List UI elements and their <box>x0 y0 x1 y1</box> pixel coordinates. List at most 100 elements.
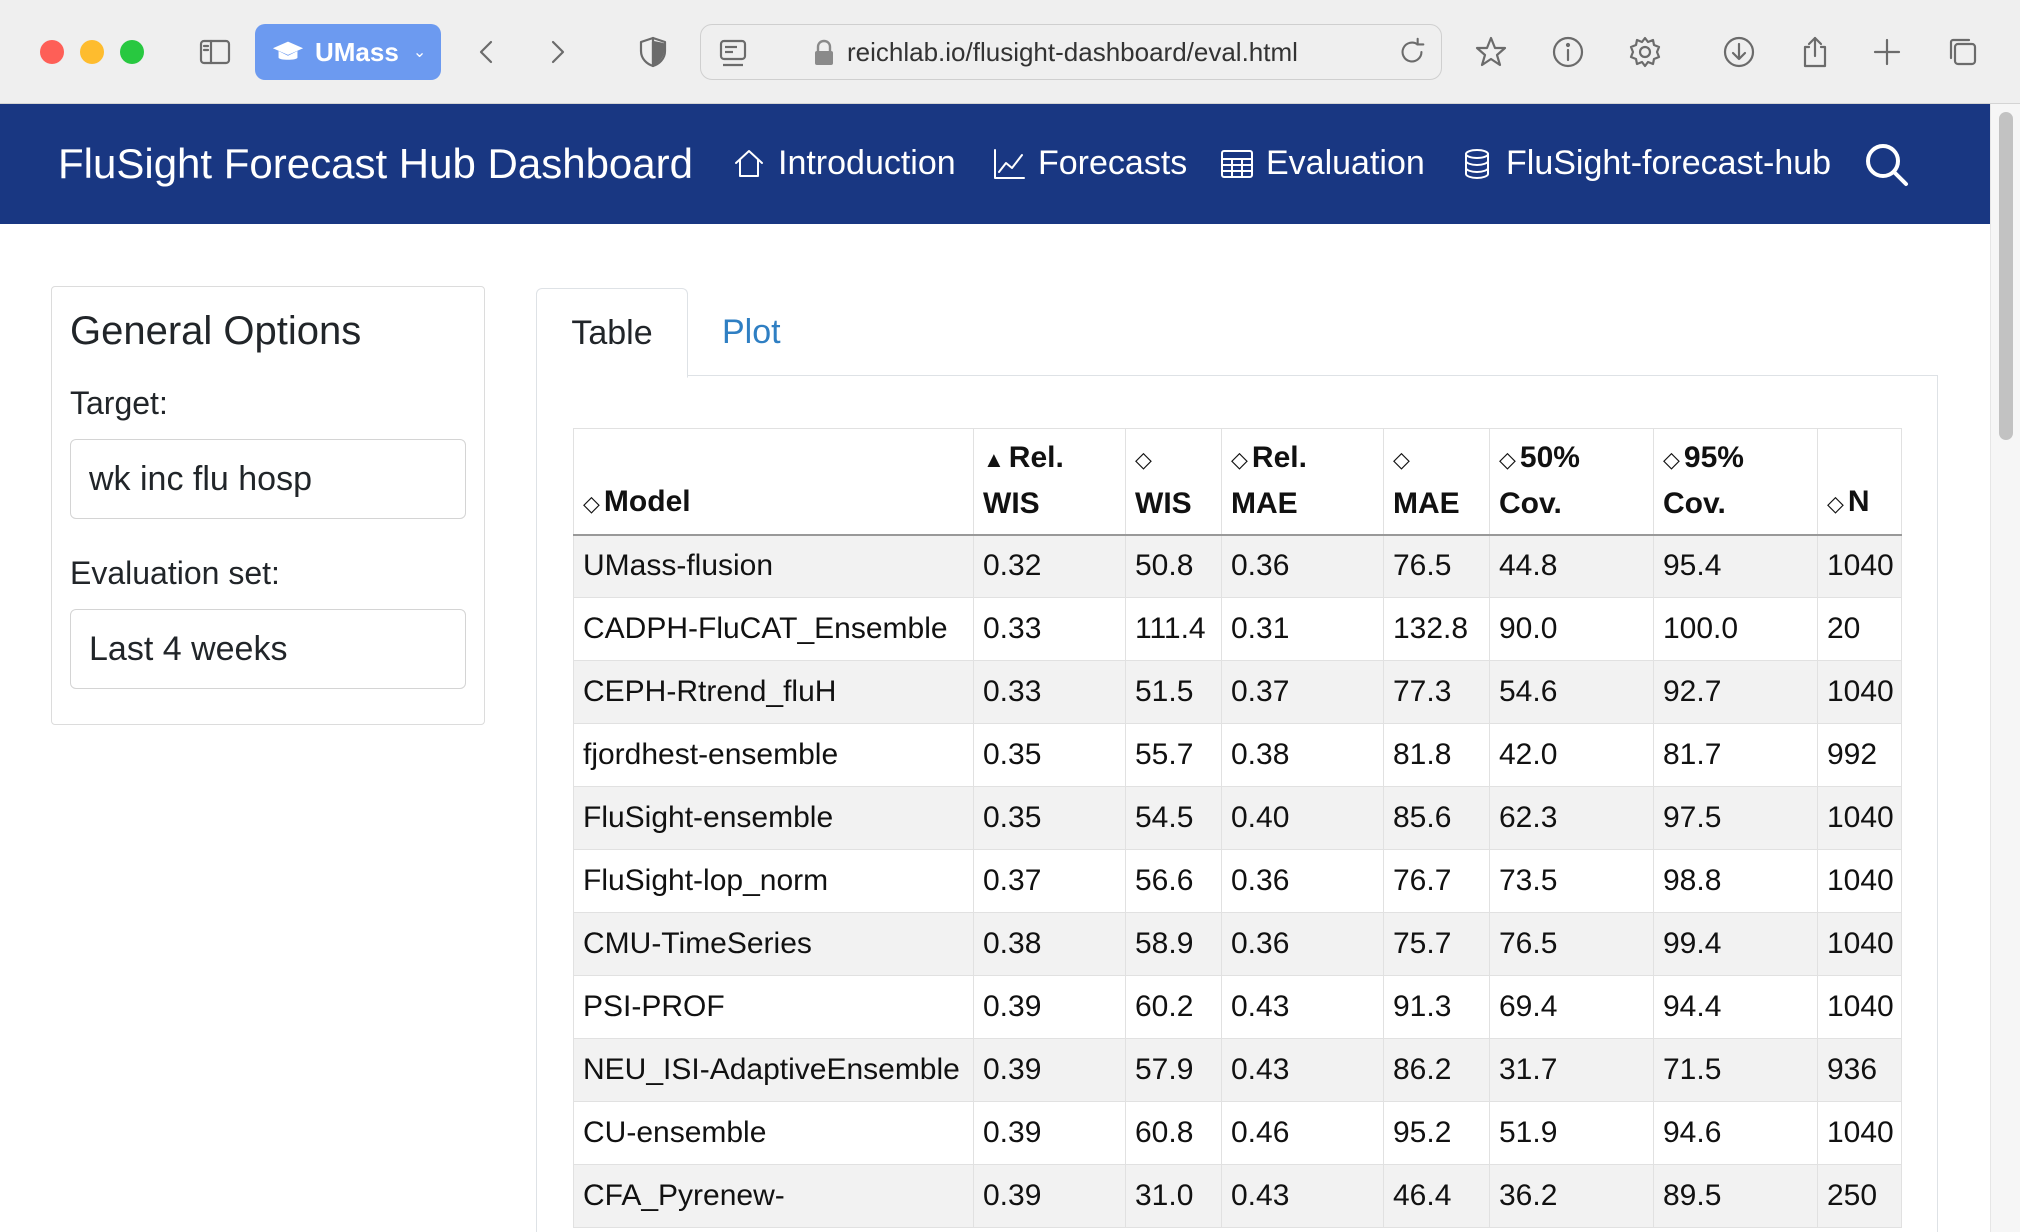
tab-overview-icon[interactable] <box>1938 27 1988 77</box>
cell-n: 1040 <box>1817 786 1902 850</box>
cell-model: fjordhest-ensemble <box>573 723 974 787</box>
cell-95-cov: 81.7 <box>1653 723 1818 787</box>
scrollbar-thumb[interactable] <box>1999 112 2013 440</box>
chevron-down-icon: ⌄ <box>412 44 427 61</box>
cell-wis: 58.9 <box>1125 912 1222 976</box>
table-row: CU-ensemble 0.39 60.8 0.46 95.2 51.9 94.6 1040 <box>573 1101 1902 1165</box>
nav-evaluation-label: Evaluation <box>1266 144 1425 182</box>
nav-evaluation[interactable]: Evaluation <box>1220 144 1425 183</box>
cell-mae: 75.7 <box>1383 912 1490 976</box>
column-header-95-cov[interactable]: ◇ 95% Cov. <box>1653 428 1818 536</box>
cell-wis: 60.2 <box>1125 975 1222 1039</box>
tab-table[interactable]: Table <box>536 288 688 378</box>
profile-button[interactable]: UMass ⌄ <box>255 24 441 80</box>
cell-wis: 60.8 <box>1125 1101 1222 1165</box>
sort-icon: ◇ <box>1663 446 1680 472</box>
cell-50-cov: 54.6 <box>1489 660 1654 724</box>
column-header-rel-wis[interactable]: ▲ Rel. WIS <box>973 428 1126 536</box>
column-header-wis[interactable]: ◇ WIS <box>1125 428 1222 536</box>
cell-wis: 31.0 <box>1125 1164 1222 1228</box>
table-header-row: ◇ Model ▲ Rel. WIS ◇ WIS ◇ Rel. MAE ◇ MAE ◇ 50% C… <box>573 428 1902 536</box>
table-row: PSI-PROF 0.39 60.2 0.43 91.3 69.4 94.4 1040 <box>573 975 1902 1039</box>
share-icon[interactable] <box>1790 27 1840 77</box>
cell-model: CMU-TimeSeries <box>573 912 974 976</box>
cell-rel-mae: 0.43 <box>1221 1164 1384 1228</box>
page-menu-icon[interactable] <box>715 35 751 71</box>
close-window-button[interactable] <box>40 40 64 64</box>
gear-icon[interactable] <box>1620 27 1670 77</box>
graduation-cap-icon <box>272 41 304 60</box>
cell-model: PSI-PROF <box>573 975 974 1039</box>
cell-model: FluSight-lop_norm <box>573 849 974 913</box>
target-select[interactable]: wk inc flu hosp <box>70 439 466 519</box>
shield-icon[interactable] <box>628 27 678 77</box>
cell-n: 992 <box>1817 723 1902 787</box>
column-header-mae[interactable]: ◇ MAE <box>1383 428 1490 536</box>
profile-label: UMass <box>315 36 399 67</box>
sidebar-toggle-icon[interactable] <box>190 27 240 77</box>
address-bar[interactable]: reichlab.io/flusight-dashboard/eval.html <box>700 24 1442 80</box>
cell-rel-wis: 0.32 <box>973 534 1126 598</box>
cell-rel-mae: 0.36 <box>1221 849 1384 913</box>
cell-rel-wis: 0.39 <box>973 1164 1126 1228</box>
cell-50-cov: 44.8 <box>1489 534 1654 598</box>
site-brand[interactable]: FluSight Forecast Hub Dashboard <box>58 140 693 188</box>
column-header-50-cov[interactable]: ◇ 50% Cov. <box>1489 428 1654 536</box>
cell-50-cov: 90.0 <box>1489 597 1654 661</box>
bookmark-star-icon[interactable] <box>1466 27 1516 77</box>
back-arrow-icon[interactable] <box>462 27 512 77</box>
cell-mae: 81.8 <box>1383 723 1490 787</box>
general-options-panel: General Options Target: wk inc flu hosp … <box>51 286 485 725</box>
table-row: FluSight-ensemble 0.35 54.5 0.40 85.6 62.3 97.… <box>573 786 1902 850</box>
tab-plot[interactable]: Plot <box>722 288 781 376</box>
nav-forecast-hub-label: FluSight-forecast-hub <box>1506 144 1832 182</box>
cell-50-cov: 51.9 <box>1489 1101 1654 1165</box>
cell-95-cov: 95.4 <box>1653 534 1818 598</box>
column-header-n[interactable]: ◇ N <box>1817 428 1902 536</box>
minimize-window-button[interactable] <box>80 40 104 64</box>
search-icon[interactable] <box>1862 140 1912 190</box>
cell-rel-mae: 0.40 <box>1221 786 1384 850</box>
table-body: UMass-flusion 0.32 50.8 0.36 76.5 44.8 95.4 104… <box>573 534 1902 1228</box>
cell-50-cov: 62.3 <box>1489 786 1654 850</box>
nav-introduction[interactable]: Introduction <box>732 144 956 183</box>
table-row: CEPH-Rtrend_fluH 0.33 51.5 0.37 77.3 54.6 92.7… <box>573 660 1902 724</box>
cell-mae: 132.8 <box>1383 597 1490 661</box>
database-icon <box>1465 148 1489 179</box>
cell-model: FluSight-ensemble <box>573 786 974 850</box>
page-scrollbar[interactable] <box>1990 104 2020 1232</box>
download-icon[interactable] <box>1714 27 1764 77</box>
cell-95-cov: 100.0 <box>1653 597 1818 661</box>
cell-rel-mae: 0.36 <box>1221 534 1384 598</box>
nav-introduction-label: Introduction <box>778 144 956 182</box>
new-tab-plus-icon[interactable] <box>1862 27 1912 77</box>
nav-forecasts[interactable]: Forecasts <box>992 144 1187 183</box>
nav-forecast-hub[interactable]: FluSight-forecast-hub <box>1460 144 1831 183</box>
cell-50-cov: 76.5 <box>1489 912 1654 976</box>
tab-table-label: Table <box>571 313 653 352</box>
cell-mae: 91.3 <box>1383 975 1490 1039</box>
forward-arrow-icon[interactable] <box>532 27 582 77</box>
cell-n: 1040 <box>1817 1101 1902 1165</box>
cell-model: NEU_ISI-AdaptiveEnsemble <box>573 1038 974 1102</box>
cell-model: CU-ensemble <box>573 1101 974 1165</box>
info-icon[interactable] <box>1543 27 1593 77</box>
sort-icon: ◇ <box>1135 446 1152 472</box>
zoom-window-button[interactable] <box>120 40 144 64</box>
column-header-rel-mae[interactable]: ◇ Rel. MAE <box>1221 428 1384 536</box>
evaluation-set-select[interactable]: Last 4 weeks <box>70 609 466 689</box>
cell-95-cov: 98.8 <box>1653 849 1818 913</box>
column-header-model[interactable]: ◇ Model <box>573 428 974 536</box>
cell-n: 1040 <box>1817 660 1902 724</box>
cell-95-cov: 94.6 <box>1653 1101 1818 1165</box>
general-options-title: General Options <box>70 309 362 353</box>
cell-n: 1040 <box>1817 534 1902 598</box>
cell-model: CADPH-FluCAT_Ensemble <box>573 597 974 661</box>
sort-icon: ◇ <box>1393 446 1410 472</box>
cell-rel-mae: 0.36 <box>1221 912 1384 976</box>
reload-icon[interactable] <box>1395 35 1431 71</box>
cell-mae: 77.3 <box>1383 660 1490 724</box>
evaluation-set-value: Last 4 weeks <box>89 629 288 668</box>
cell-wis: 57.9 <box>1125 1038 1222 1102</box>
cell-wis: 51.5 <box>1125 660 1222 724</box>
